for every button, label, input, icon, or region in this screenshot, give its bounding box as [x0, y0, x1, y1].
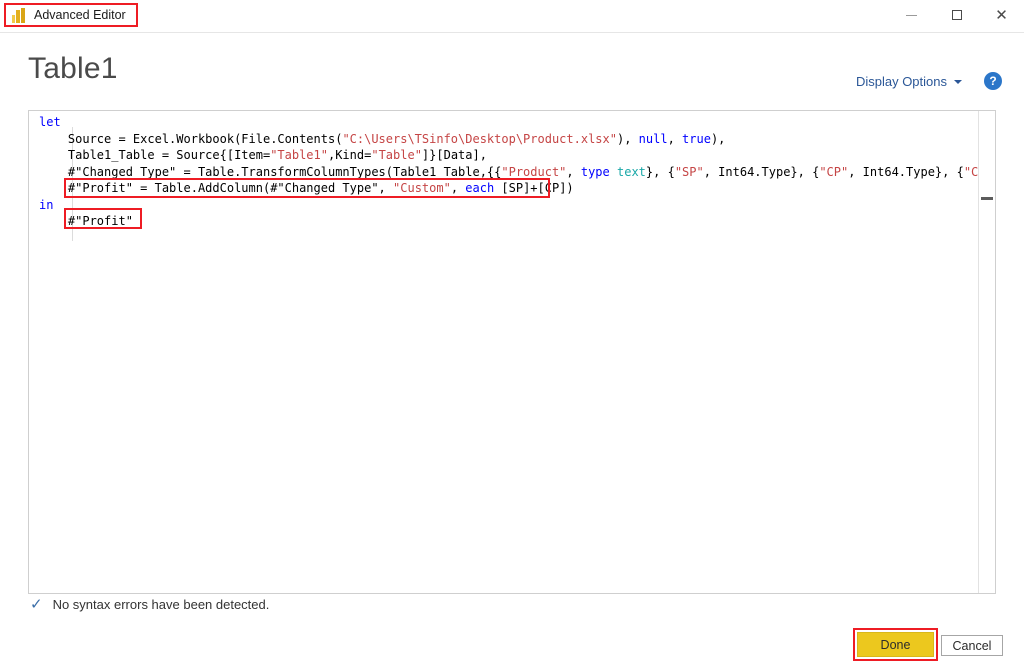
minimize-button[interactable] [889, 0, 934, 30]
cancel-button[interactable]: Cancel [941, 635, 1003, 656]
code-line: #"Changed Type" = Table.TransformColumnT… [39, 164, 979, 181]
app-title-group: Advanced Editor [4, 3, 138, 27]
help-icon[interactable]: ? [984, 72, 1002, 90]
code-token: Source = Excel.Workbook(File.Contents( [39, 131, 343, 146]
code-token: ), [616, 131, 639, 146]
code-text[interactable]: let Source = Excel.Workbook(File.Content… [39, 114, 979, 230]
code-token: ,Kind= [327, 148, 372, 162]
code-token: #"Profit" = Table.AddColumn(#"Changed Ty… [39, 181, 394, 195]
code-token: ]}[Data], [421, 148, 487, 162]
code-line: Table1_Table = Source{[Item="Table1",Kin… [39, 147, 979, 164]
code-token: type [580, 164, 610, 179]
code-token: let [39, 115, 61, 129]
code-line: in [39, 197, 979, 214]
done-button[interactable]: Done [857, 632, 934, 657]
code-token: #"Changed Type" = Table.TransformColumnT… [39, 164, 502, 179]
code-token: text [617, 164, 646, 179]
code-line: #"Profit" [39, 213, 979, 230]
code-token: , Int64.Type}, { [848, 164, 964, 179]
window-title-bar: Advanced Editor ✕ [0, 0, 1024, 33]
code-token: "C:\Users\TSinfo\Desktop\Product.xlsx" [342, 131, 617, 146]
close-icon: ✕ [995, 5, 1008, 24]
code-token: Table1_Table = Source{[Item= [39, 148, 271, 162]
code-token: in [39, 197, 54, 212]
code-token: , [566, 164, 581, 179]
chevron-down-icon [954, 79, 962, 84]
vertical-scrollbar-thumb[interactable] [981, 197, 993, 200]
code-token: "Country" [963, 164, 979, 179]
done-button-annotation: Done [853, 628, 938, 661]
vertical-scrollbar[interactable] [978, 111, 995, 593]
code-token: "Product" [501, 164, 567, 179]
syntax-status: ✓ No syntax errors have been detected. [30, 595, 270, 613]
display-options-label: Display Options [855, 74, 947, 89]
code-scroll-viewport[interactable]: let Source = Excel.Workbook(File.Content… [29, 111, 979, 593]
query-code-editor[interactable]: let Source = Excel.Workbook(File.Content… [28, 110, 996, 594]
code-token: "SP" [674, 164, 704, 179]
code-token: "Custom" [393, 181, 451, 195]
code-line: Source = Excel.Workbook(File.Contents("C… [39, 131, 979, 148]
page-title: Table1 [28, 52, 118, 85]
window-title: Advanced Editor [34, 7, 126, 22]
code-token: [SP]+[CP]) [494, 181, 574, 195]
close-button[interactable]: ✕ [979, 0, 1024, 30]
code-token: ), [710, 131, 726, 146]
display-options-dropdown[interactable]: Display Options [856, 74, 962, 89]
power-bi-bars-icon [12, 7, 27, 23]
code-line: #"Profit" = Table.AddColumn(#"Changed Ty… [39, 180, 979, 197]
code-token: "CP" [819, 164, 849, 179]
code-token: "Table1" [270, 148, 328, 162]
code-token: }, { [645, 164, 675, 179]
code-token: each [465, 181, 495, 195]
code-token: #"Profit" [39, 214, 133, 228]
check-icon: ✓ [30, 595, 43, 613]
code-token: , [667, 131, 683, 146]
maximize-button[interactable] [934, 0, 979, 30]
code-token: , [450, 181, 466, 195]
code-token: true [682, 131, 711, 146]
minimize-icon [906, 14, 917, 16]
code-line: let [39, 114, 979, 131]
code-token: "Table" [371, 148, 422, 162]
maximize-icon [951, 10, 962, 20]
syntax-status-message: No syntax errors have been detected. [52, 597, 270, 612]
code-token: , Int64.Type}, { [703, 164, 820, 179]
code-token: null [638, 131, 668, 146]
